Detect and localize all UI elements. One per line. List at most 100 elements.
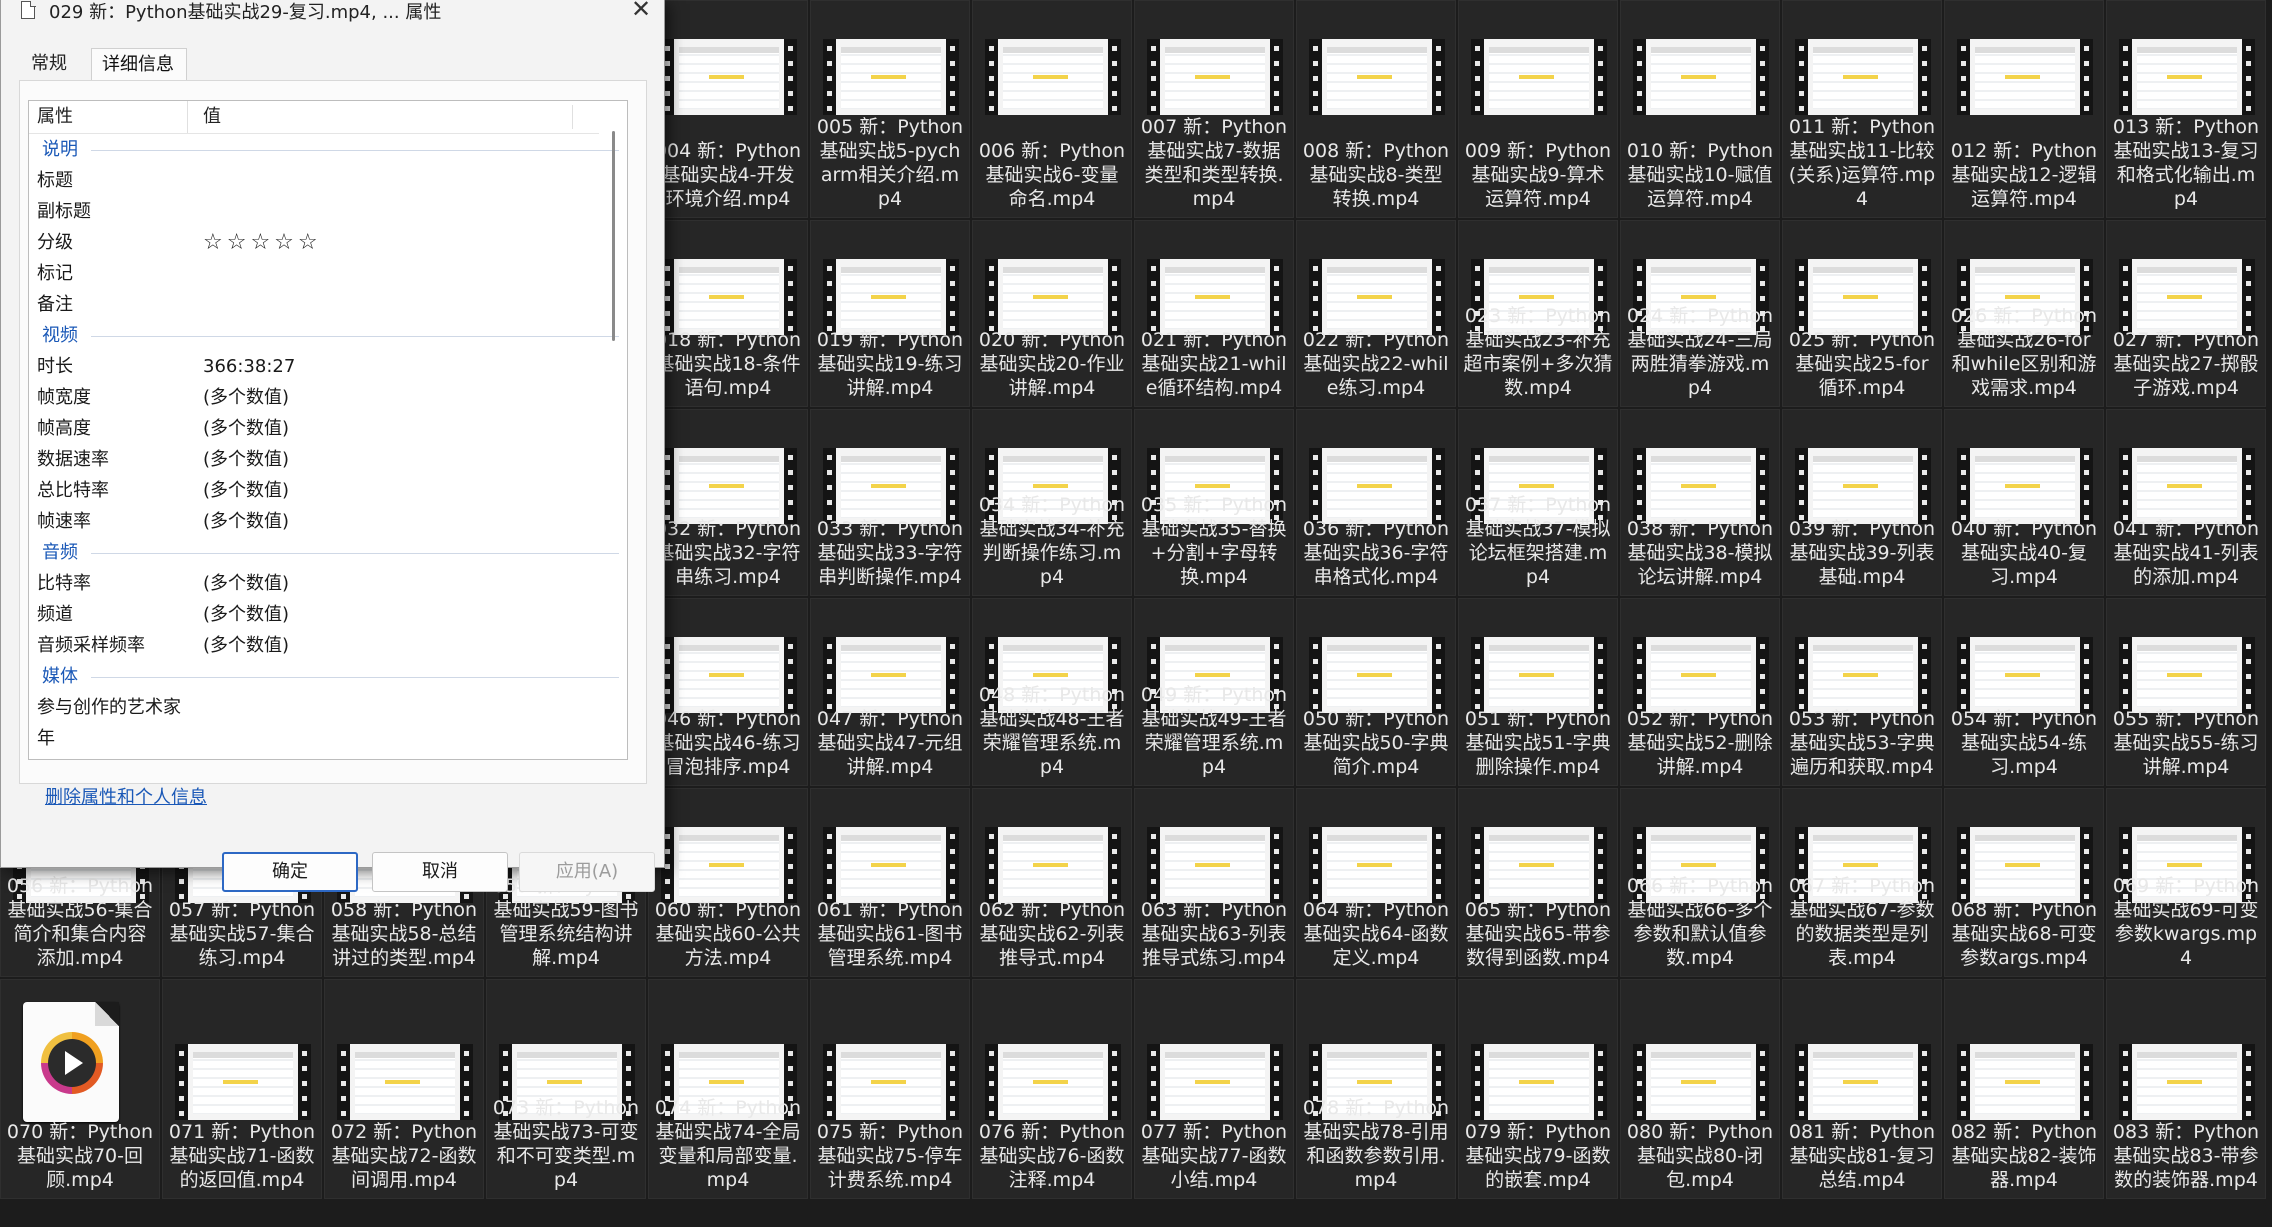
video-file-tile[interactable]: 076 新：Python基础实战76-函数注释.mp4: [972, 979, 1132, 1199]
file-name: 061 新：Python基础实战61-图书管理系统.mp4: [816, 899, 964, 969]
property-row[interactable]: 参与创作的艺术家: [29, 692, 599, 723]
property-row[interactable]: 数据速率 (多个数值): [29, 444, 599, 475]
video-file-tile[interactable]: 055 新：Python基础实战55-练习讲解.mp4: [2106, 598, 2266, 786]
video-file-tile[interactable]: 074 新：Python基础实战74-全局变量和局部变量.mp4: [648, 979, 808, 1199]
video-file-tile[interactable]: 069 新：Python基础实战69-可变参数kwargs.mp4: [2106, 788, 2266, 977]
video-file-icon: [1, 990, 141, 1122]
video-file-tile[interactable]: 038 新：Python基础实战38-模拟论坛讲解.mp4: [1620, 409, 1780, 596]
video-file-tile[interactable]: 062 新：Python基础实战62-列表推导式.mp4: [972, 788, 1132, 977]
video-file-tile[interactable]: 047 新：Python基础实战47-元组讲解.mp4: [810, 598, 970, 786]
video-file-tile[interactable]: 034 新：Python基础实战34-补充判断操作练习.mp4: [972, 409, 1132, 596]
video-file-tile[interactable]: 023 新：Python基础实战23-补充超市案例+多次猜数.mp4: [1458, 220, 1618, 407]
video-file-tile[interactable]: 027 新：Python基础实战27-掷骰子游戏.mp4: [2106, 220, 2266, 407]
property-row[interactable]: 标题: [29, 165, 599, 196]
property-list[interactable]: 属性 值 说明 标题 副标题 分级 ☆☆☆☆☆ 标记 备注 视频 时长 366:38:27 帧宽度 (…: [28, 100, 628, 760]
property-row[interactable]: 帧速率 (多个数值): [29, 506, 599, 537]
video-file-tile[interactable]: 025 新：Python基础实战25-for循环.mp4: [1782, 220, 1942, 407]
video-file-tile[interactable]: 048 新：Python基础实战48-王者荣耀管理系统.mp4: [972, 598, 1132, 786]
cancel-button[interactable]: 取消: [372, 852, 508, 892]
video-file-tile[interactable]: 050 新：Python基础实战50-字典简介.mp4: [1296, 598, 1456, 786]
property-row[interactable]: 副标题: [29, 196, 599, 227]
dialog-titlebar[interactable]: 029 新：Python基础实战29-复习.mp4, ... 属性 ✕: [1, 0, 664, 24]
video-file-tile[interactable]: 060 新：Python基础实战60-公共方法.mp4: [648, 788, 808, 977]
video-file-tile[interactable]: 071 新：Python基础实战71-函数的返回值.mp4: [162, 979, 322, 1199]
property-row[interactable]: 帧宽度 (多个数值): [29, 382, 599, 413]
video-file-tile[interactable]: 041 新：Python基础实战41-列表的添加.mp4: [2106, 409, 2266, 596]
video-file-tile[interactable]: 037 新：Python基础实战37-模拟论坛框架搭建.mp4: [1458, 409, 1618, 596]
video-file-tile[interactable]: 081 新：Python基础实战81-复习总结.mp4: [1782, 979, 1942, 1199]
video-file-tile[interactable]: 036 新：Python基础实战36-字符串格式化.mp4: [1296, 409, 1456, 596]
video-file-tile[interactable]: 033 新：Python基础实战33-字符串判断操作.mp4: [810, 409, 970, 596]
column-header-value[interactable]: 值: [203, 101, 221, 133]
video-file-tile[interactable]: 021 新：Python基础实战21-while循环结构.mp4: [1134, 220, 1294, 407]
video-file-tile[interactable]: 012 新：Python基础实战12-逻辑运算符.mp4: [1944, 0, 2104, 218]
video-file-tile[interactable]: 013 新：Python基础实战13-复习和格式化输出.mp4: [2106, 0, 2266, 218]
video-file-tile[interactable]: 065 新：Python基础实战65-带参数得到函数.mp4: [1458, 788, 1618, 977]
video-file-tile[interactable]: 068 新：Python基础实战68-可变参数args.mp4: [1944, 788, 2104, 977]
property-row[interactable]: 帧高度 (多个数值): [29, 413, 599, 444]
video-file-tile[interactable]: 080 新：Python基础实战80-闭包.mp4: [1620, 979, 1780, 1199]
file-name: 041 新：Python基础实战41-列表的添加.mp4: [2112, 518, 2260, 588]
section-divider: [91, 677, 619, 678]
property-row[interactable]: 标记: [29, 258, 599, 289]
property-row[interactable]: 音频采样频率 (多个数值): [29, 630, 599, 661]
video-file-tile[interactable]: 067 新：Python基础实战67-参数的数据类型是列表.mp4: [1782, 788, 1942, 977]
property-row[interactable]: 总比特率 (多个数值): [29, 475, 599, 506]
property-row[interactable]: 备注: [29, 289, 599, 320]
video-file-tile[interactable]: 070 新：Python基础实战70-回顾.mp4: [0, 979, 160, 1199]
video-file-tile[interactable]: 052 新：Python基础实战52-删除讲解.mp4: [1620, 598, 1780, 786]
tab-details[interactable]: 详细信息: [91, 48, 187, 80]
rating-stars[interactable]: ☆☆☆☆☆: [203, 227, 322, 258]
scrollbar[interactable]: [612, 131, 615, 341]
video-file-tile[interactable]: 064 新：Python基础实战64-函数定义.mp4: [1296, 788, 1456, 977]
video-file-tile[interactable]: 077 新：Python基础实战77-函数小结.mp4: [1134, 979, 1294, 1199]
remove-properties-link[interactable]: 删除属性和个人信息: [45, 783, 207, 809]
column-header-property[interactable]: 属性: [37, 101, 188, 133]
video-file-tile[interactable]: 073 新：Python基础实战73-可变和不可变类型.mp4: [486, 979, 646, 1199]
video-file-tile[interactable]: 010 新：Python基础实战10-赋值运算符.mp4: [1620, 0, 1780, 218]
video-file-tile[interactable]: 035 新：Python基础实战35-替换+分割+字母转换.mp4: [1134, 409, 1294, 596]
video-file-tile[interactable]: 072 新：Python基础实战72-函数间调用.mp4: [324, 979, 484, 1199]
video-file-tile[interactable]: 020 新：Python基础实战20-作业讲解.mp4: [972, 220, 1132, 407]
video-file-tile[interactable]: 011 新：Python基础实战11-比较(关系)运算符.mp4: [1782, 0, 1942, 218]
property-row[interactable]: 比特率 (多个数值): [29, 568, 599, 599]
video-file-tile[interactable]: 026 新：Python基础实战26-for和while区别和游戏需求.mp4: [1944, 220, 2104, 407]
video-file-tile[interactable]: 049 新：Python基础实战49-王者荣耀管理系统.mp4: [1134, 598, 1294, 786]
close-icon[interactable]: ✕: [621, 0, 661, 24]
video-file-tile[interactable]: 007 新：Python基础实战7-数据类型和类型转换.mp4: [1134, 0, 1294, 218]
video-file-tile[interactable]: 066 新：Python基础实战66-多个参数和默认值参数.mp4: [1620, 788, 1780, 977]
video-file-tile[interactable]: 039 新：Python基础实战39-列表基础.mp4: [1782, 409, 1942, 596]
thumbnail-screen: [841, 645, 941, 707]
video-file-tile[interactable]: 063 新：Python基础实战63-列表推导式练习.mp4: [1134, 788, 1294, 977]
video-file-tile[interactable]: 061 新：Python基础实战61-图书管理系统.mp4: [810, 788, 970, 977]
tab-general[interactable]: 常规: [21, 48, 77, 80]
property-row[interactable]: 年: [29, 723, 599, 754]
video-file-tile[interactable]: 008 新：Python基础实战8-类型转换.mp4: [1296, 0, 1456, 218]
ok-button[interactable]: 确定: [222, 852, 358, 892]
video-file-tile[interactable]: 018 新：Python基础实战18-条件语句.mp4: [648, 220, 808, 407]
video-file-tile[interactable]: 022 新：Python基础实战22-while练习.mp4: [1296, 220, 1456, 407]
property-row[interactable]: 时长 366:38:27: [29, 351, 599, 382]
video-file-tile[interactable]: 079 新：Python基础实战79-函数的嵌套.mp4: [1458, 979, 1618, 1199]
video-thumbnail: [661, 637, 797, 713]
video-file-tile[interactable]: 019 新：Python基础实战19-练习讲解.mp4: [810, 220, 970, 407]
video-file-tile[interactable]: 083 新：Python基础实战83-带参数的装饰器.mp4: [2106, 979, 2266, 1199]
video-file-tile[interactable]: 053 新：Python基础实战53-字典遍历和获取.mp4: [1782, 598, 1942, 786]
video-file-tile[interactable]: 054 新：Python基础实战54-练习.mp4: [1944, 598, 2104, 786]
video-file-tile[interactable]: 004 新：Python基础实战4-开发环境介绍.mp4: [648, 0, 808, 218]
video-file-tile[interactable]: 040 新：Python基础实战40-复习.mp4: [1944, 409, 2104, 596]
video-file-tile[interactable]: 009 新：Python基础实战9-算术运算符.mp4: [1458, 0, 1618, 218]
video-file-tile[interactable]: 051 新：Python基础实战51-字典删除操作.mp4: [1458, 598, 1618, 786]
file-name: 032 新：Python基础实战32-字符串练习.mp4: [654, 518, 802, 588]
video-file-tile[interactable]: 032 新：Python基础实战32-字符串练习.mp4: [648, 409, 808, 596]
property-row[interactable]: 频道 (多个数值): [29, 599, 599, 630]
video-file-tile[interactable]: 005 新：Python基础实战5-pycharm相关介绍.mp4: [810, 0, 970, 218]
video-file-tile[interactable]: 082 新：Python基础实战82-装饰器.mp4: [1944, 979, 2104, 1199]
video-file-tile[interactable]: 046 新：Python基础实战46-练习冒泡排序.mp4: [648, 598, 808, 786]
apply-button[interactable]: 应用(A): [519, 852, 655, 892]
video-file-tile[interactable]: 024 新：Python基础实战24-三局两胜猜拳游戏.mp4: [1620, 220, 1780, 407]
video-file-tile[interactable]: 075 新：Python基础实战75-停车计费系统.mp4: [810, 979, 970, 1199]
property-row[interactable]: 分级 ☆☆☆☆☆: [29, 227, 599, 258]
video-file-tile[interactable]: 006 新：Python基础实战6-变量命名.mp4: [972, 0, 1132, 218]
video-file-tile[interactable]: 078 新：Python基础实战78-引用和函数参数引用.mp4: [1296, 979, 1456, 1199]
